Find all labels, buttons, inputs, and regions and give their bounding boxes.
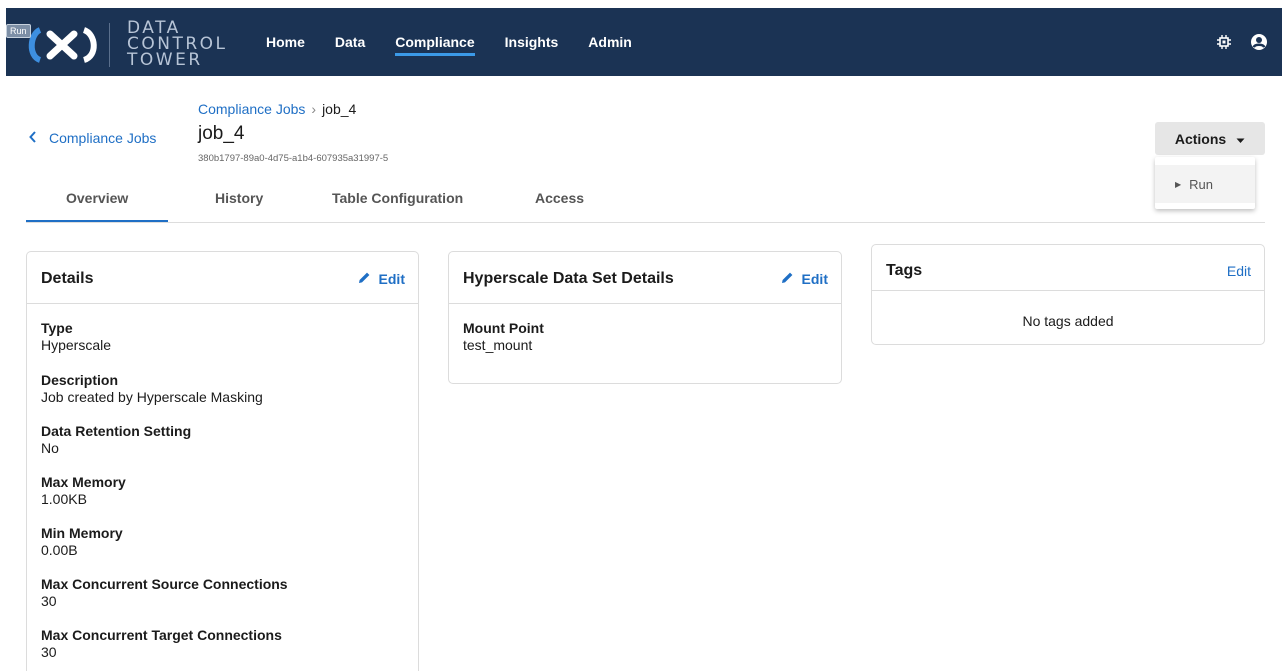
field-min-memory: Min Memory 0.00B	[41, 525, 123, 559]
field-label: Type	[41, 320, 73, 336]
hyperscale-edit-button[interactable]: Edit	[781, 271, 828, 287]
field-label: Max Concurrent Source Connections	[41, 576, 288, 592]
details-title: Details	[41, 270, 94, 287]
job-id: 380b1797-89a0-4d75-a1b4-607935a31997-5	[198, 153, 389, 164]
field-max-target-connections: Max Concurrent Target Connections 30	[41, 627, 282, 661]
caret-down-icon	[1236, 131, 1245, 147]
breadcrumb-parent[interactable]: Compliance Jobs	[198, 101, 305, 117]
chip-icon[interactable]	[1216, 34, 1232, 50]
field-value: 1.00KB	[41, 491, 87, 507]
back-to-compliance-jobs[interactable]: Compliance Jobs	[29, 130, 156, 146]
details-card-header: Details Edit	[27, 252, 418, 304]
edit-label: Edit	[378, 271, 405, 287]
actions-label: Actions	[1174, 130, 1227, 147]
tags-empty-message: No tags added	[1022, 313, 1114, 329]
field-label: Data Retention Setting	[41, 423, 192, 439]
field-mount-point: Mount Point test_mount	[463, 320, 544, 354]
tags-edit-button[interactable]: Edit	[1227, 263, 1251, 279]
edit-label: Edit	[801, 271, 828, 287]
tab-table-configuration[interactable]: Table Configuration	[332, 190, 463, 206]
breadcrumb-separator: ›	[311, 101, 317, 117]
hyperscale-title: Hyperscale Data Set Details	[463, 270, 674, 287]
pencil-icon	[358, 271, 371, 287]
field-label: Min Memory	[41, 525, 123, 541]
logo-line: TOWER	[127, 50, 203, 70]
back-link-label: Compliance Jobs	[49, 130, 157, 146]
field-value: Hyperscale	[41, 337, 112, 353]
field-value: 30	[41, 644, 57, 660]
hyperscale-details-card: Hyperscale Data Set Details Edit Mount P…	[448, 251, 842, 384]
hyperscale-card-header: Hyperscale Data Set Details Edit	[449, 252, 841, 304]
nav-insights[interactable]: Insights	[505, 34, 559, 50]
tab-overview[interactable]: Overview	[25, 190, 169, 222]
field-data-retention: Data Retention Setting No	[41, 423, 191, 457]
tab-access[interactable]: Access	[535, 190, 584, 206]
nav-admin[interactable]: Admin	[588, 34, 632, 50]
tab-bar: Overview History Table Configuration Acc…	[25, 180, 1265, 223]
field-type: Type Hyperscale	[41, 320, 111, 354]
tab-history[interactable]: History	[215, 190, 263, 206]
logo-text: DATA CONTROL TOWER	[127, 20, 228, 70]
details-card: Details Edit Type Hyperscale Description…	[26, 251, 419, 671]
main-nav: Home Data Compliance Insights Admin	[266, 34, 662, 56]
field-description: Description Job created by Hyperscale Ma…	[41, 372, 263, 406]
breadcrumb-current: job_4	[322, 101, 357, 117]
page-title: job_4	[198, 123, 245, 144]
field-value: 0.00B	[41, 542, 78, 558]
tags-card-header: Tags Edit	[872, 245, 1264, 291]
nav-compliance[interactable]: Compliance	[395, 34, 475, 56]
field-max-memory: Max Memory 1.00KB	[41, 474, 126, 508]
field-value: test_mount	[463, 337, 533, 353]
nav-home[interactable]: Home	[266, 34, 305, 50]
chevron-left-icon	[29, 130, 37, 146]
field-value: No	[41, 440, 59, 456]
top-navbar: DATA CONTROL TOWER Home Data Compliance …	[6, 8, 1282, 76]
field-value: Job created by Hyperscale Masking	[41, 389, 263, 405]
field-label: Max Memory	[41, 474, 126, 490]
dct-logo-icon[interactable]	[26, 26, 104, 69]
field-label: Max Concurrent Target Connections	[41, 627, 282, 643]
top-icons	[1216, 33, 1268, 51]
actions-button[interactable]: Actions	[1155, 122, 1265, 155]
nav-data[interactable]: Data	[335, 34, 365, 50]
field-label: Mount Point	[463, 320, 544, 336]
field-max-source-connections: Max Concurrent Source Connections 30	[41, 576, 288, 610]
tags-title: Tags	[886, 262, 923, 279]
logo-divider	[109, 23, 110, 67]
field-label: Description	[41, 372, 119, 388]
breadcrumb: Compliance Jobs › job_4	[198, 101, 356, 117]
field-value: 30	[41, 593, 57, 609]
user-icon[interactable]	[1250, 33, 1268, 51]
tags-card: Tags Edit No tags added	[871, 244, 1265, 345]
details-edit-button[interactable]: Edit	[358, 271, 405, 287]
pencil-icon	[781, 271, 794, 287]
run-tooltip: Run	[6, 24, 31, 38]
